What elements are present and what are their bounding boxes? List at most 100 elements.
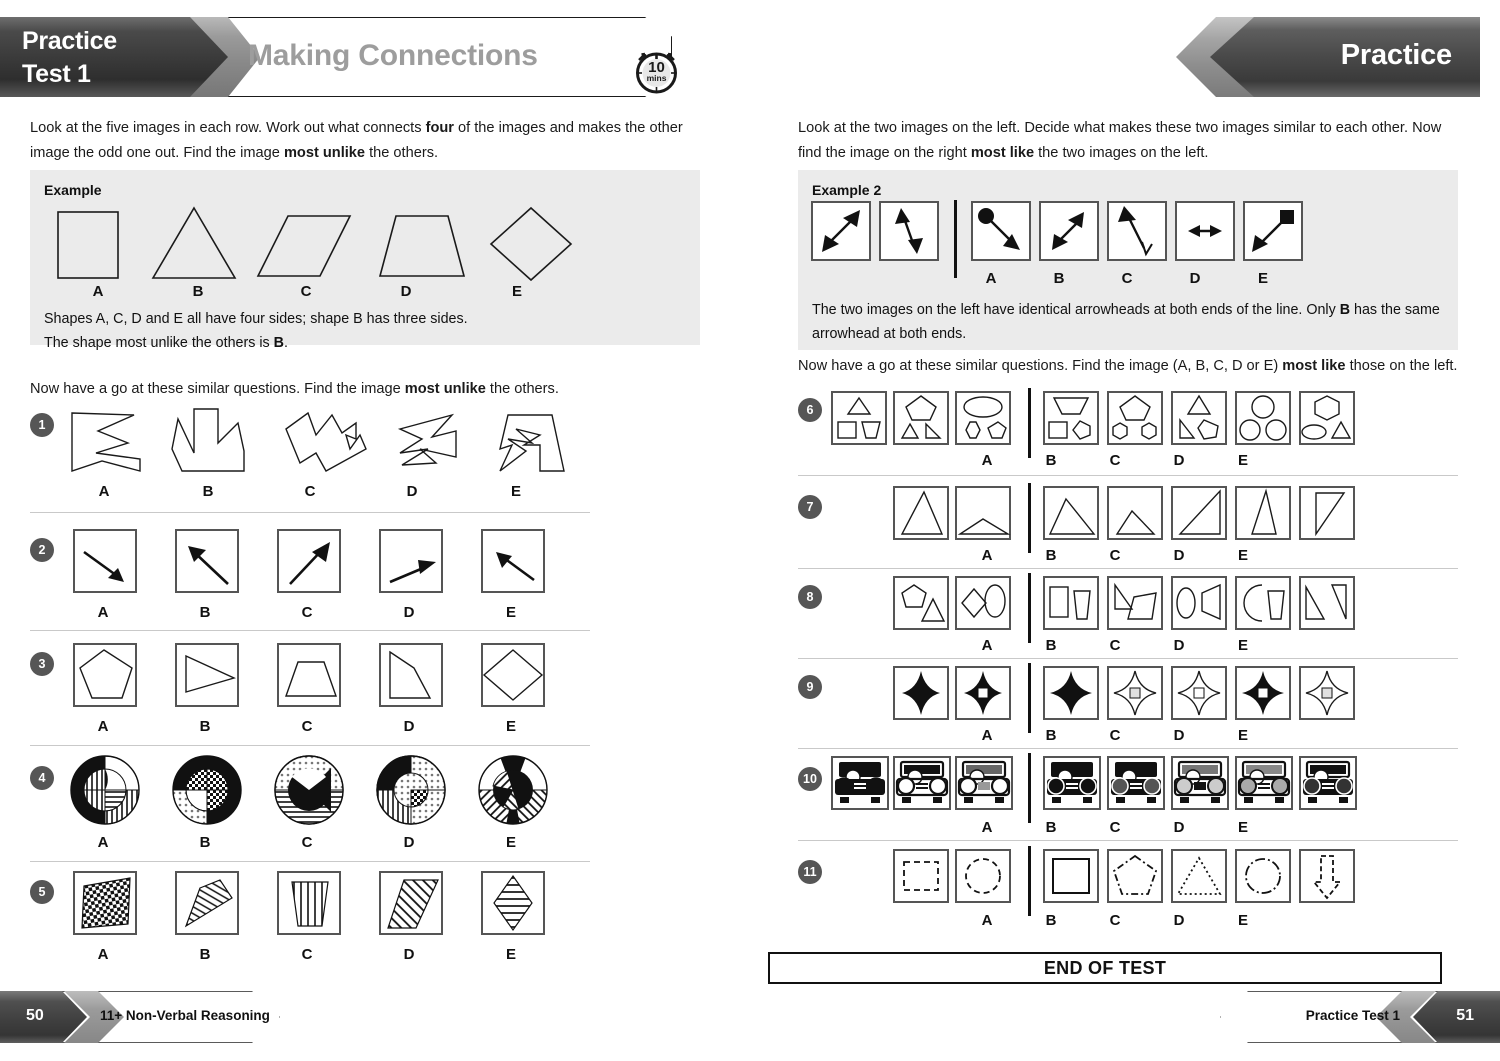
left-prompt-text: Now have a go at these similar questions…	[30, 381, 559, 397]
question-number-7: 7	[798, 495, 822, 519]
example-title: Example	[44, 182, 102, 198]
question-number-10: 10	[798, 767, 822, 791]
question-number-1: 1	[30, 413, 54, 437]
page-title: Making Connections	[248, 39, 538, 72]
example2-box: Example 2 A B C D E The two images on th…	[798, 170, 1458, 350]
example-option-label-c: C	[300, 283, 312, 300]
q10-option-label-a: A	[981, 819, 993, 836]
question-5: 5 A B C D E	[0, 868, 700, 963]
left-intro-text: Look at the five images in each row. Wor…	[30, 120, 683, 161]
q7-option-label-d: D	[1173, 547, 1185, 564]
question-number-9: 9	[798, 675, 822, 699]
q6-option-label-c: C	[1109, 452, 1121, 469]
example2-arrows	[811, 200, 1303, 278]
q8-option-label-c: C	[1109, 637, 1121, 654]
left-page-header: Practice Test 1 Making Connections 10 mi…	[0, 17, 700, 97]
right-prompt-text: Now have a go at these similar questions…	[798, 358, 1458, 374]
q2-option-label-e: E	[505, 604, 516, 621]
example2-option-label-e: E	[1257, 270, 1268, 287]
left-page: Practice Test 1 Making Connections 10 mi…	[0, 0, 750, 1061]
example-option-label-b: B	[192, 283, 204, 300]
q5-option-label-e: E	[505, 946, 516, 963]
question-separator-3	[30, 745, 590, 746]
question-3: 3 A B C D E	[0, 640, 700, 735]
question-6: 6 A B C D E	[750, 388, 1500, 470]
example2-title: Example 2	[812, 182, 882, 198]
q2-option-label-b: B	[199, 604, 211, 621]
practice-test-title: Practice Test 1	[22, 25, 117, 91]
page-number-left: 50	[26, 1007, 44, 1024]
question-4: 4 A B C D E	[0, 752, 700, 851]
question-9: 9 A B C D E	[750, 663, 1500, 745]
q8-option-label-b: B	[1045, 637, 1057, 654]
q2-option-label-d: D	[403, 604, 415, 621]
q11-dashed-outlines	[893, 846, 1355, 916]
timer-icon: 10 mins	[636, 52, 677, 94]
question-separator-9	[798, 748, 1458, 749]
q8-option-label-d: D	[1173, 637, 1185, 654]
example-option-label-a: A	[92, 283, 104, 300]
example2-option-label-c: C	[1121, 270, 1133, 287]
question-separator-10	[798, 840, 1458, 841]
book-spread: Practice Test 1 Making Connections 10 mi…	[0, 0, 1500, 1061]
question-11: 11 A B C D E	[750, 846, 1500, 929]
q1-option-label-b: B	[202, 483, 214, 500]
q3-shapes	[73, 643, 545, 707]
intro-bold-four: four	[425, 120, 454, 136]
right-prompt-bold: most like	[1282, 358, 1346, 374]
example-box: Example A B C D E Shapes A, C, D and E a…	[30, 170, 700, 351]
q9-option-label-d: D	[1173, 727, 1185, 744]
q8-option-label-a: A	[981, 637, 993, 654]
example2-option-label-b: B	[1053, 270, 1065, 287]
example-option-label-d: D	[400, 283, 412, 300]
q10-option-label-c: C	[1109, 819, 1121, 836]
right-intro-bold: most like	[970, 145, 1035, 161]
intro-bold-most-unlike: most unlike	[283, 145, 366, 161]
q11-option-label-e: E	[1237, 912, 1248, 929]
question-separator-1	[30, 512, 590, 513]
example2-option-label-a: A	[985, 270, 997, 287]
question-number-4: 4	[30, 766, 54, 790]
example-explanation-line2: The shape most unlike the others is B.	[44, 335, 288, 351]
q9-option-label-a: A	[981, 727, 993, 744]
practice-label-right: Practice	[1340, 39, 1452, 71]
q9-option-label-b: B	[1045, 727, 1057, 744]
q7-option-label-b: B	[1045, 547, 1057, 564]
q9-option-label-c: C	[1109, 727, 1121, 744]
question-separator-6	[798, 475, 1458, 476]
test-number-label: Test 1	[22, 60, 91, 88]
q2-option-label-a: A	[97, 604, 109, 621]
q9-stars	[893, 663, 1355, 733]
q1-option-label-d: D	[406, 483, 418, 500]
question-1: 1 A B C D E	[0, 405, 700, 500]
right-intro-text: Look at the two images on the left. Deci…	[798, 120, 1442, 161]
q8-option-label-e: E	[1237, 637, 1248, 654]
q7-option-label-c: C	[1109, 547, 1121, 564]
q11-option-label-b: B	[1045, 912, 1057, 929]
q10-option-label-d: D	[1173, 819, 1185, 836]
question-7: 7 A B C D E	[750, 483, 1500, 565]
q6-option-label-d: D	[1173, 452, 1185, 469]
q2-arrows	[73, 529, 545, 593]
example2-option-label-d: D	[1189, 270, 1201, 287]
q1-option-label-e: E	[510, 483, 521, 500]
q4-option-label-a: A	[97, 834, 109, 851]
example-shapes	[57, 206, 573, 282]
example2-explanation-line1: The two images on the left have identica…	[812, 302, 1440, 318]
q5-option-label-c: C	[301, 946, 313, 963]
prompt-bold-most-unlike: most unlike	[404, 381, 486, 397]
example2-explanation-line2: arrowhead at both ends.	[812, 326, 967, 342]
q2-option-label-c: C	[301, 604, 313, 621]
left-footer: 50 11+ Non-Verbal Reasoning	[0, 991, 290, 1043]
question-number-11: 11	[798, 860, 822, 884]
q3-option-label-c: C	[301, 718, 313, 735]
q5-option-label-a: A	[97, 946, 109, 963]
q10-option-label-e: E	[1237, 819, 1248, 836]
footer-title-left: 11+ Non-Verbal Reasoning	[100, 1008, 270, 1023]
right-page: Practice Look at the two images on the l…	[750, 0, 1500, 1061]
q1-option-label-a: A	[98, 483, 110, 500]
q11-option-label-d: D	[1173, 912, 1185, 929]
q11-option-label-a: A	[981, 912, 993, 929]
example2-answer: B	[1339, 302, 1351, 318]
q4-circles	[70, 755, 548, 825]
